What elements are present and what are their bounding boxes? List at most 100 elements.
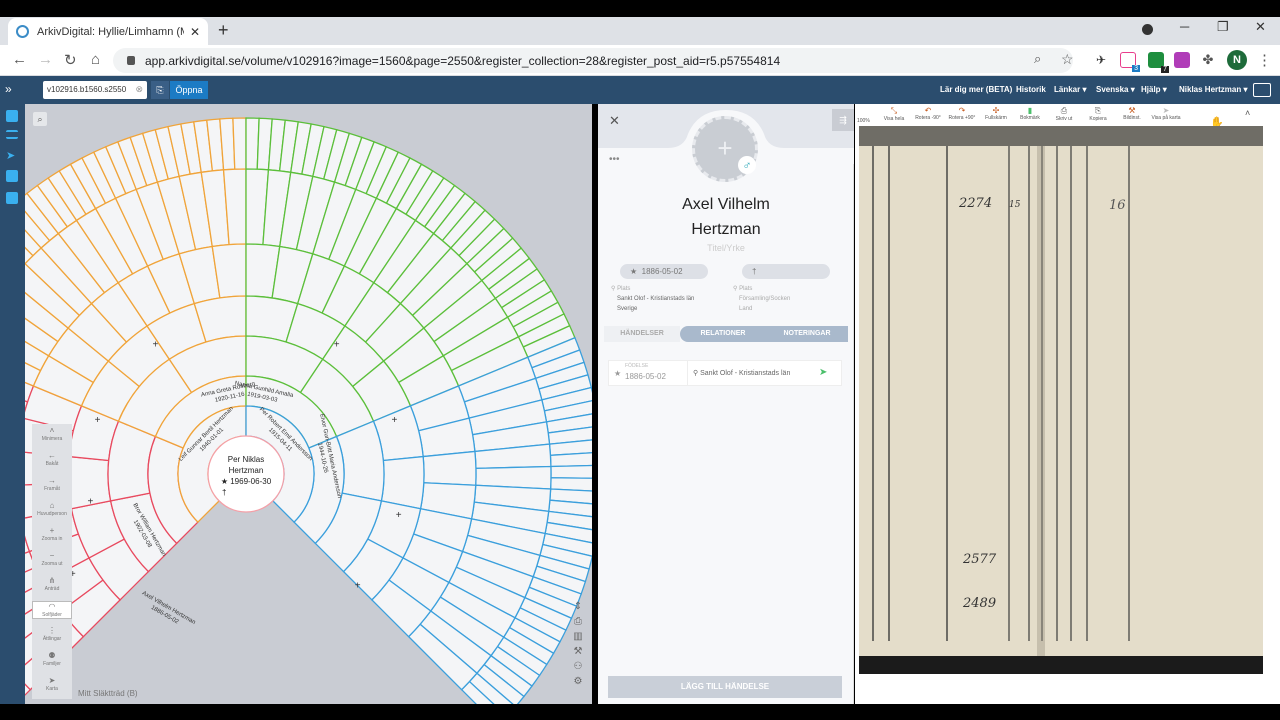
doc-tool-1[interactable]: ↶ Rotera -90°	[913, 106, 943, 121]
sidebar-tree-icon[interactable]	[6, 170, 18, 182]
bookmark-star-icon[interactable]: ☆	[1061, 51, 1074, 68]
doc-tool-4[interactable]: ▮ Bokmärk	[1015, 106, 1045, 121]
tab-relations[interactable]: RELATIONER	[680, 326, 766, 342]
tab-title: ArkivDigital: Hyllie/Limhamn (M)	[37, 25, 184, 38]
death-date-pill[interactable]: †	[742, 264, 830, 279]
statistics-icon[interactable]: ▥	[570, 631, 586, 642]
home-icon[interactable]: ⌂	[91, 51, 100, 68]
tree-tool-label: Huvudperson	[37, 511, 67, 517]
extension-badge-icon[interactable]: 3	[1120, 52, 1140, 72]
ancestor-slot[interactable]	[549, 452, 592, 468]
add-ancestor-icon[interactable]: +	[355, 581, 361, 592]
tree-tool-10[interactable]: ➤ Karta	[32, 676, 72, 692]
browser-tab[interactable]: ArkivDigital: Hyllie/Limhamn (M) ✕	[8, 18, 208, 45]
new-tab-button[interactable]: +	[218, 20, 229, 41]
event-row-birth[interactable]: ★ FÖDELSE 1886-05-02 ⚲ Sankt Olof - Kris…	[608, 360, 842, 386]
add-ancestor-icon[interactable]: +	[392, 415, 398, 426]
clear-icon[interactable]: ⊗	[135, 84, 143, 95]
more-options-icon[interactable]: •••	[609, 154, 620, 165]
doc-tool-6[interactable]: ⎘ Kopiera	[1083, 106, 1113, 122]
minimize-icon[interactable]: ─	[1180, 19, 1189, 34]
birth-date-pill[interactable]: ★ 1886-05-02	[620, 264, 708, 279]
tree-tool-2[interactable]: → Framåt	[32, 476, 72, 492]
collapse-toolbar-icon[interactable]: ˄	[1245, 108, 1250, 118]
map-location-icon[interactable]: ➤	[819, 367, 827, 378]
doc-tool-8[interactable]: ➤ Visa på karta	[1151, 106, 1181, 121]
doc-tool-5[interactable]: ⎙ Skriv ut	[1049, 106, 1079, 122]
menu-user[interactable]: Niklas Hertzman ▾	[1179, 85, 1247, 94]
ancestor-slot[interactable]	[380, 455, 425, 510]
person-title-field[interactable]: Titel/Yrke	[598, 243, 854, 253]
tree-tool-6[interactable]: ⋔ Anträd	[32, 576, 72, 592]
reload-icon[interactable]: ↻	[64, 51, 77, 69]
tree-tool-5[interactable]: − Zooma ut	[32, 551, 72, 567]
add-ancestor-icon[interactable]: +	[152, 340, 158, 351]
ancestor-slot[interactable]	[550, 464, 592, 479]
close-panel-icon[interactable]: ✕	[609, 113, 620, 129]
menu-links[interactable]: Länkar ▾	[1054, 85, 1086, 94]
doc-tool-7[interactable]: ⚒ Bildinst.	[1117, 106, 1147, 121]
url-field[interactable]: app.arkivdigital.se/volume/v102916?image…	[113, 48, 1073, 73]
restore-icon[interactable]: ❐	[1217, 19, 1229, 35]
sidebar-archive-icon[interactable]	[6, 110, 18, 122]
messages-icon[interactable]	[1253, 83, 1271, 97]
ancestor-slot[interactable]	[232, 117, 247, 170]
extension-shield-icon[interactable]: 7	[1148, 52, 1169, 73]
menu-learn-more[interactable]: Lär dig mer (BETA)	[940, 85, 1012, 94]
tree-tool-0[interactable]: ˄ Minimera	[32, 426, 72, 442]
forward-arrow-icon[interactable]: →	[38, 51, 53, 68]
tree-tool-label: Bakåt	[45, 461, 59, 467]
back-arrow-icon[interactable]: ←	[12, 51, 27, 68]
add-ancestor-icon[interactable]: +	[334, 340, 340, 351]
sidebar-bookmark-icon[interactable]	[6, 192, 18, 204]
menu-language[interactable]: Svenska ▾	[1096, 85, 1135, 94]
tab-close-icon[interactable]: ✕	[190, 25, 200, 39]
add-event-button[interactable]: LÄGG TILL HÄNDELSE	[608, 676, 842, 698]
doc-tool-2[interactable]: ↷ Rotera +90°	[947, 106, 977, 121]
panel-toggle-icon[interactable]: ⇶	[832, 109, 854, 131]
expand-menu-icon[interactable]: »	[5, 82, 12, 96]
open-button[interactable]: Öppna	[170, 81, 208, 99]
zoom-icon[interactable]: ⌕	[1034, 51, 1041, 67]
fan-chart-svg[interactable]: Per NiklasHertzman★ 1969-06-30†Leif Gunn…	[25, 104, 592, 704]
tree-tool-3[interactable]: ⌂ Huvudperson	[32, 501, 72, 517]
close-window-icon[interactable]: ✕	[1255, 19, 1266, 35]
menu-help[interactable]: Hjälp ▾	[1141, 85, 1167, 94]
copy-reference-button[interactable]: ⎘	[151, 81, 169, 99]
sidebar-list-icon[interactable]	[6, 130, 18, 139]
tree-tool-8[interactable]: ⋮ Ättlingar	[32, 626, 72, 642]
tree-tool-4[interactable]: + Zooma in	[32, 526, 72, 542]
collapse-icon[interactable]: ⇕	[570, 601, 586, 612]
tree-tool-1[interactable]: ← Bakåt	[32, 451, 72, 467]
add-ancestor-icon[interactable]: +	[396, 510, 402, 521]
volume-reference-field[interactable]: v102916.b1560.s2550 ⊗	[43, 81, 147, 99]
menu-history[interactable]: Historik	[1016, 85, 1046, 94]
tree-tool-icon: ◠	[48, 602, 56, 611]
add-ancestor-icon[interactable]: +	[87, 496, 93, 507]
doc-tool-3[interactable]: ✣ Fullskärm	[981, 106, 1011, 121]
extension-purple-icon[interactable]	[1174, 52, 1190, 68]
tab-notes[interactable]: NOTERINGAR	[766, 326, 848, 342]
doc-tool-0[interactable]: ⤡ Visa hela	[879, 106, 909, 122]
print-icon[interactable]: ⎙	[570, 616, 586, 627]
tools-icon[interactable]: ⚒	[570, 646, 586, 657]
death-place[interactable]: ⚲ Plats Församling/Socken Land	[733, 284, 790, 314]
add-person-icon[interactable]: ⚇	[570, 661, 586, 672]
tab-search-icon[interactable]	[1142, 24, 1153, 35]
browser-menu-icon[interactable]: ⋮	[1257, 51, 1272, 69]
extensions-puzzle-icon[interactable]: ✤	[1200, 52, 1216, 68]
screen-bottom-bar	[0, 704, 1280, 720]
birth-place[interactable]: ⚲ Plats Sankt Olof - Kristianstads län S…	[611, 284, 694, 314]
tree-tool-7[interactable]: ◠ Solfjäder	[32, 601, 72, 619]
tree-tool-icon: +	[49, 526, 55, 535]
ancestor-slot[interactable]	[422, 450, 477, 486]
tree-tool-9[interactable]: ⚉ Familjer	[32, 651, 72, 667]
person-name[interactable]: Axel Vilhelm Hertzman	[598, 192, 854, 242]
tab-events[interactable]: HÄNDELSER	[604, 326, 680, 342]
extension-pin-icon[interactable]: ✈	[1093, 52, 1109, 68]
settings-icon[interactable]: ⚙	[570, 676, 586, 687]
profile-avatar[interactable]: N	[1227, 50, 1247, 70]
person-panel: ✕ ⇶ ••• + ♂ Axel Vilhelm Hertzman Titel/…	[598, 104, 854, 704]
add-ancestor-icon[interactable]: +	[95, 415, 101, 426]
sidebar-map-icon[interactable]: ➤	[6, 150, 18, 162]
